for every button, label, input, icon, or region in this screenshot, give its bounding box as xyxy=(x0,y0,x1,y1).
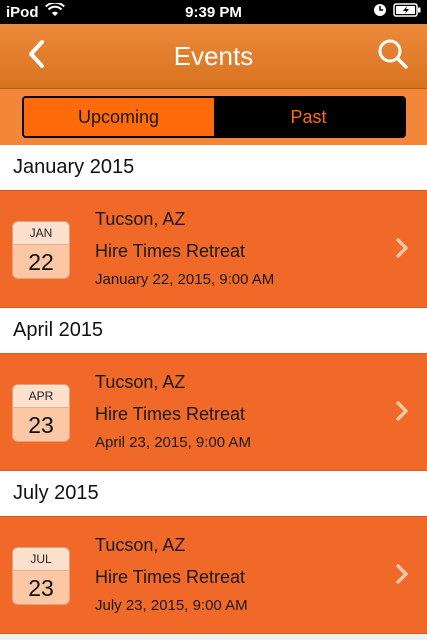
chevron-right-icon xyxy=(395,563,409,590)
chevron-left-icon xyxy=(26,39,46,74)
event-title: Hire Times Retreat xyxy=(95,404,246,424)
date-badge: APR 23 xyxy=(12,384,70,442)
tab-upcoming[interactable]: Upcoming xyxy=(23,98,214,136)
event-location: Tucson, AZ xyxy=(95,209,186,229)
nav-bar: Events xyxy=(0,24,427,89)
search-button[interactable] xyxy=(373,36,413,76)
event-location: Tucson, AZ xyxy=(95,372,186,392)
badge-month: APR xyxy=(13,385,69,408)
event-datetime: July 23, 2015, 9:00 AM xyxy=(95,597,248,614)
event-row[interactable]: JUL 23 Tucson, AZ Hire Times Retreat Jul… xyxy=(0,516,427,634)
tab-past[interactable]: Past xyxy=(213,98,404,136)
section-header: July 2015 xyxy=(0,471,427,516)
page-title: Events xyxy=(173,40,254,71)
search-icon xyxy=(377,38,409,75)
badge-day: 22 xyxy=(28,249,54,275)
event-datetime: January 22, 2015, 9:00 AM xyxy=(95,271,275,288)
event-row[interactable]: APR 23 Tucson, AZ Hire Times Retreat Apr… xyxy=(0,353,427,471)
event-title: Hire Times Retreat xyxy=(95,567,246,587)
badge-day: 23 xyxy=(28,412,54,438)
clock-icon xyxy=(373,3,387,21)
wifi-icon xyxy=(44,1,65,21)
chevron-right-icon xyxy=(395,400,409,427)
chevron-right-icon xyxy=(395,237,409,264)
section-header: April 2015 xyxy=(0,308,427,353)
event-title: Hire Times Retreat xyxy=(95,241,246,261)
status-bar: iPod 9:39 PM xyxy=(0,0,427,24)
battery-icon xyxy=(393,3,421,21)
badge-month: JAN xyxy=(13,222,69,245)
segment-bar: Upcoming Past xyxy=(0,89,427,145)
badge-day: 23 xyxy=(28,575,54,601)
badge-month: JUL xyxy=(13,548,69,571)
section-header: January 2015 xyxy=(0,145,427,190)
event-datetime: April 23, 2015, 9:00 AM xyxy=(95,434,251,451)
carrier-label: iPod xyxy=(6,3,39,21)
back-button[interactable] xyxy=(18,38,54,74)
date-badge: JAN 22 xyxy=(12,221,70,279)
events-list: January 2015 JAN 22 Tucson, AZ Hire Time… xyxy=(0,145,427,634)
date-badge: JUL 23 xyxy=(12,547,70,605)
segmented-control: Upcoming Past xyxy=(21,96,406,138)
event-location: Tucson, AZ xyxy=(95,535,186,555)
event-row[interactable]: JAN 22 Tucson, AZ Hire Times Retreat Jan… xyxy=(0,190,427,308)
